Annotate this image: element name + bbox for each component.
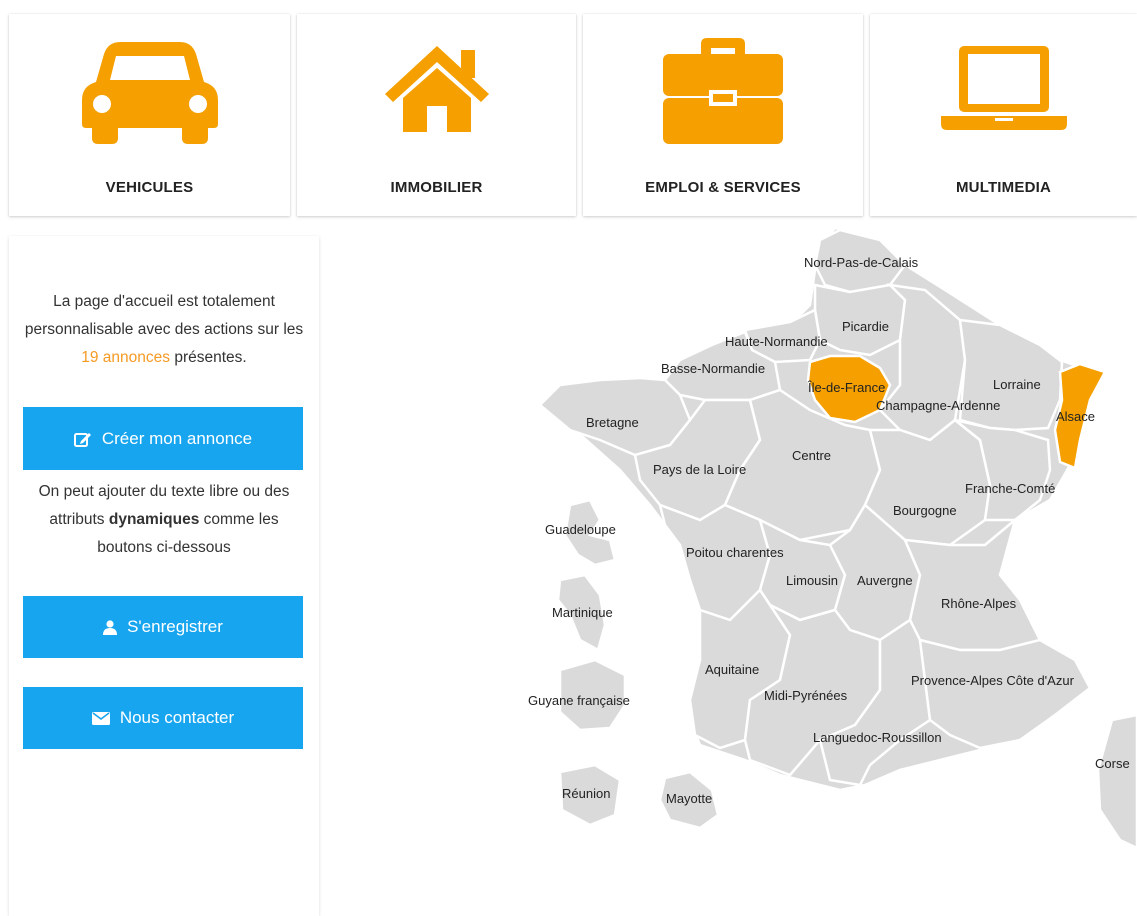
label-corse: Corse bbox=[1095, 756, 1130, 771]
region-corse[interactable] bbox=[1096, 713, 1137, 850]
category-label: EMPLOI & SERVICES bbox=[645, 179, 801, 196]
label-aquitaine: Aquitaine bbox=[705, 662, 759, 677]
register-button[interactable]: S'enregistrer bbox=[23, 596, 303, 658]
annonces-link[interactable]: 19 annonces bbox=[81, 349, 170, 366]
sidebar-panel: La page d'accueil est totalement personn… bbox=[9, 236, 319, 916]
category-label: MULTIMEDIA bbox=[955, 179, 1052, 196]
label-picardie: Picardie bbox=[842, 319, 889, 334]
category-label: IMMOBILIER bbox=[390, 179, 483, 196]
label-guyane: Guyane française bbox=[528, 693, 630, 708]
label-centre: Centre bbox=[792, 448, 831, 463]
label-paca: Provence-Alpes Côte d'Azur bbox=[911, 673, 1075, 688]
region-paca[interactable] bbox=[918, 638, 1092, 750]
label-languedoc-roussillon: Languedoc-Roussillon bbox=[813, 730, 942, 745]
label-lorraine: Lorraine bbox=[993, 377, 1041, 392]
label-bretagne: Bretagne bbox=[586, 415, 639, 430]
label-ile-de-france: Île-de-France bbox=[807, 380, 885, 395]
label-rhone-alpes: Rhône-Alpes bbox=[941, 596, 1017, 611]
france-map: Nord-Pas-de-Calais Picardie Haute-Norman… bbox=[520, 222, 1137, 907]
label-auvergne: Auvergne bbox=[857, 573, 913, 588]
category-card-immobilier[interactable]: IMMOBILIER bbox=[297, 14, 576, 216]
car-icon bbox=[81, 42, 218, 144]
contact-button[interactable]: Nous contacter bbox=[23, 687, 303, 749]
user-icon bbox=[103, 619, 118, 635]
edit-icon bbox=[73, 432, 91, 447]
label-basse-normandie: Basse-Normandie bbox=[661, 361, 765, 376]
label-champagne-ardenne: Champagne-Ardenne bbox=[876, 398, 1000, 413]
label-reunion: Réunion bbox=[562, 786, 610, 801]
category-card-vehicules[interactable]: VEHICULES bbox=[9, 14, 290, 216]
category-card-emploi[interactable]: EMPLOI & SERVICES bbox=[583, 14, 863, 216]
contact-label: Nous contacter bbox=[119, 708, 235, 727]
label-martinique: Martinique bbox=[552, 605, 613, 620]
label-bourgogne: Bourgogne bbox=[893, 503, 957, 518]
label-alsace: Alsace bbox=[1056, 409, 1095, 424]
create-ad-label: Créer mon annonce bbox=[101, 428, 253, 448]
laptop-icon bbox=[940, 46, 1067, 130]
label-nord-pas-de-calais: Nord-Pas-de-Calais bbox=[804, 255, 919, 270]
create-ad-button[interactable]: Créer mon annonce bbox=[23, 407, 303, 470]
category-card-multimedia[interactable]: MULTIMEDIA bbox=[870, 14, 1137, 216]
france-map-svg: Nord-Pas-de-Calais Picardie Haute-Norman… bbox=[528, 226, 1137, 850]
label-guadeloupe: Guadeloupe bbox=[545, 522, 616, 537]
intro-text: La page d'accueil est totalement personn… bbox=[24, 293, 304, 366]
dynamic-text: On peut ajouter du texte libre ou des at… bbox=[38, 483, 290, 556]
label-franche-comte: Franche-Comté bbox=[965, 481, 1055, 496]
register-label: S'enregistrer bbox=[127, 617, 223, 636]
label-haute-normandie: Haute-Normandie bbox=[725, 334, 828, 349]
label-midi-pyrenees: Midi-Pyrénées bbox=[764, 688, 848, 703]
label-poitou-charentes: Poitou charentes bbox=[686, 545, 784, 560]
house-icon bbox=[384, 46, 489, 132]
briefcase-icon bbox=[663, 38, 783, 144]
label-mayotte: Mayotte bbox=[666, 791, 712, 806]
label-pays-de-la-loire: Pays de la Loire bbox=[653, 462, 746, 477]
category-label: VEHICULES bbox=[105, 179, 194, 196]
label-limousin: Limousin bbox=[786, 573, 838, 588]
envelope-icon bbox=[91, 711, 110, 725]
region-lorraine[interactable] bbox=[958, 318, 1064, 432]
